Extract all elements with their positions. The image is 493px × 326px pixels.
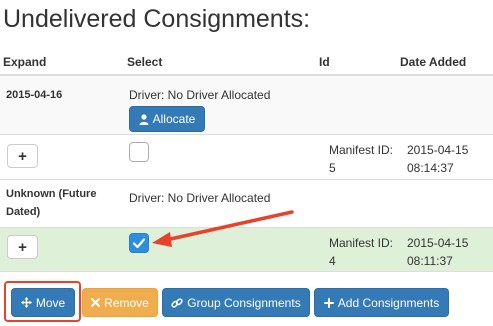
group-label-1: 2015-04-16	[6, 89, 63, 101]
close-icon	[91, 298, 101, 307]
allocate-label: Allocate	[152, 112, 196, 126]
manifest-id-2: Manifest ID: 4	[329, 236, 394, 268]
plus-icon	[323, 297, 334, 308]
group-consignments-button[interactable]: Group Consignments	[162, 288, 310, 317]
group-consignments-label: Group Consignments	[187, 295, 301, 310]
allocate-button[interactable]: Allocate	[129, 106, 205, 132]
expand-button-2[interactable]: +	[7, 235, 38, 259]
expand-button-1[interactable]: +	[7, 144, 38, 168]
group-label-2: Unknown (Future Dated)	[6, 188, 97, 218]
driver-status-2: Driver: No Driver Allocated	[129, 191, 271, 205]
header-id: Id	[319, 55, 330, 69]
link-icon	[171, 297, 183, 309]
date-added-1: 2015-04-15 08:14:37	[407, 143, 469, 175]
remove-label: Remove	[104, 295, 149, 310]
add-consignments-button[interactable]: Add Consignments	[314, 288, 449, 317]
remove-button[interactable]: Remove	[82, 288, 158, 317]
select-checkbox-2[interactable]	[129, 233, 149, 253]
header-expand: Expand	[3, 55, 47, 69]
annotation-highlight-box	[4, 281, 81, 322]
page-title: Undelivered Consignments:	[3, 5, 311, 33]
date-added-2: 2015-04-15 08:11:37	[407, 236, 469, 268]
header-date-added: Date Added	[400, 55, 467, 69]
check-icon	[132, 238, 146, 249]
row-divider	[0, 271, 493, 272]
header-select: Select	[127, 55, 163, 69]
add-consignments-label: Add Consignments	[337, 295, 440, 310]
select-checkbox-1[interactable]	[129, 142, 149, 162]
user-icon	[139, 113, 149, 125]
group-row-1	[0, 76, 493, 134]
manifest-id-1: Manifest ID: 5	[329, 143, 394, 175]
driver-status-1: Driver: No Driver Allocated	[129, 88, 271, 102]
annotation-arrow-icon	[152, 210, 294, 247]
